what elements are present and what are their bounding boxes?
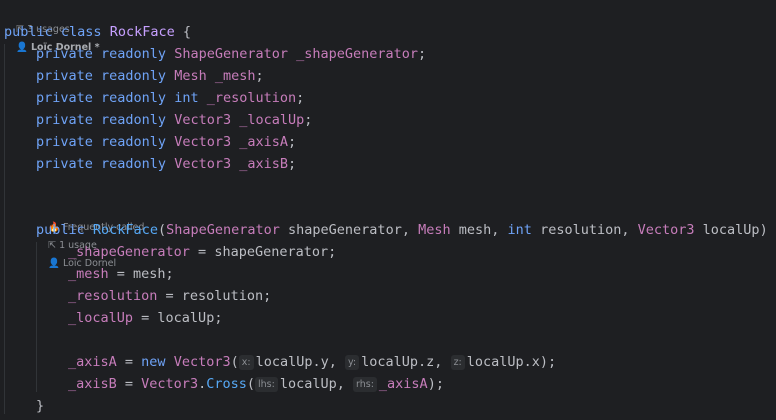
modifier: private readonly xyxy=(36,46,167,62)
parameter-hint: rhs: xyxy=(352,377,377,392)
code-line[interactable]: private readonly Mesh _mesh; xyxy=(36,65,264,87)
argument: _axisA xyxy=(378,376,428,392)
argument: localUp.z xyxy=(361,354,435,370)
parameter-hint: x: xyxy=(238,355,254,370)
code-line[interactable]: public class RockFace { xyxy=(4,21,191,43)
type-name: Mesh xyxy=(418,222,451,238)
code-line[interactable]: } xyxy=(36,395,44,417)
type-name: ShapeGenerator xyxy=(166,222,280,238)
argument: localUp xyxy=(279,376,337,392)
person-icon: 👤 xyxy=(48,258,60,269)
field-name: _axisA xyxy=(239,134,289,150)
code-editor[interactable]: ⇱ 3 usages 👤 Loïc Dornel * public class Ro… xyxy=(0,0,776,420)
parameter-name: resolution xyxy=(540,222,622,238)
class-name: RockFace xyxy=(109,24,175,40)
modifier: private readonly xyxy=(36,68,167,84)
method-name: Cross xyxy=(206,376,247,392)
code-line[interactable]: _shapeGenerator = shapeGenerator; xyxy=(68,241,336,263)
keyword: class xyxy=(60,24,102,40)
keyword: new xyxy=(141,354,166,370)
field-name: _shapeGenerator xyxy=(296,46,419,62)
field-name: _axisB xyxy=(68,376,117,392)
type-name: Vector3 xyxy=(174,134,232,150)
punctuation: { xyxy=(174,24,191,40)
modifier: private readonly xyxy=(36,134,167,150)
type-name: Vector3 xyxy=(173,354,231,370)
code-line[interactable]: _axisA = new Vector3(x: localUp.y, y: loca… xyxy=(68,351,556,373)
type-name: int xyxy=(507,222,532,238)
field-name: _resolution xyxy=(206,90,297,106)
code-line[interactable]: _mesh = mesh; xyxy=(68,263,174,285)
type-name: Mesh xyxy=(174,68,207,84)
field-name: _shapeGenerator xyxy=(68,244,190,260)
parameter-name: localUp xyxy=(702,222,760,238)
field-name: _resolution xyxy=(68,288,158,304)
field-name: _axisB xyxy=(239,156,289,172)
type-name: Vector3 xyxy=(174,156,232,172)
modifier: private readonly xyxy=(36,156,167,172)
closing-brace: } xyxy=(36,398,45,414)
parameter-hint: y: xyxy=(345,355,360,370)
code-line[interactable]: private readonly Vector3 _axisA; xyxy=(36,131,296,153)
type-name: Vector3 xyxy=(174,112,232,128)
parameter-hint: lhs: xyxy=(255,377,278,392)
code-line[interactable]: private readonly int _resolution; xyxy=(36,87,304,109)
code-line[interactable]: private readonly Vector3 _axisB; xyxy=(36,153,296,175)
type-name: ShapeGenerator xyxy=(174,46,288,62)
ctor-inlay-meta: 🔥 Frequently called ⇱ 1 usage 👤 Loïc Dornel xyxy=(36,201,154,269)
parameter-name: mesh xyxy=(133,266,166,282)
code-line[interactable]: _localUp = localUp; xyxy=(68,307,222,329)
field-name: _axisA xyxy=(68,354,117,370)
modifier: private readonly xyxy=(36,90,167,106)
indent-guide xyxy=(4,44,5,414)
type-name: int xyxy=(174,90,199,106)
constructor-name: RockFace xyxy=(92,222,158,238)
field-name: _mesh xyxy=(68,266,109,282)
parameter-name: resolution xyxy=(181,288,264,304)
parameter-name: shapeGenerator xyxy=(214,244,329,260)
class-inlay-meta: ⇱ 3 usages 👤 Loïc Dornel * xyxy=(4,3,110,53)
keyword: public xyxy=(36,222,85,238)
modifier: private readonly xyxy=(36,112,167,128)
code-line[interactable]: public RockFace(ShapeGenerator shapeGene… xyxy=(36,219,776,241)
code-line[interactable]: private readonly Vector3 _localUp; xyxy=(36,109,312,131)
field-name: _localUp xyxy=(239,112,305,128)
field-name: _localUp xyxy=(68,310,134,326)
argument: localUp.x xyxy=(466,354,540,370)
code-line[interactable]: _resolution = resolution; xyxy=(68,285,271,307)
keyword: public xyxy=(4,24,53,40)
parameter-name: shapeGenerator xyxy=(288,222,402,238)
type-name: Vector3 xyxy=(141,376,199,392)
type-name: Vector3 xyxy=(637,222,695,238)
code-line[interactable]: private readonly ShapeGenerator _shapeGe… xyxy=(36,43,426,65)
parameter-name: localUp xyxy=(157,310,215,326)
field-name: _mesh xyxy=(214,68,256,84)
parameter-hint: z: xyxy=(450,355,465,370)
argument: localUp.y xyxy=(255,354,329,370)
code-line[interactable]: _axisB = Vector3.Cross(lhs: localUp, rhs:… xyxy=(68,373,444,395)
parameter-name: mesh xyxy=(458,222,492,238)
